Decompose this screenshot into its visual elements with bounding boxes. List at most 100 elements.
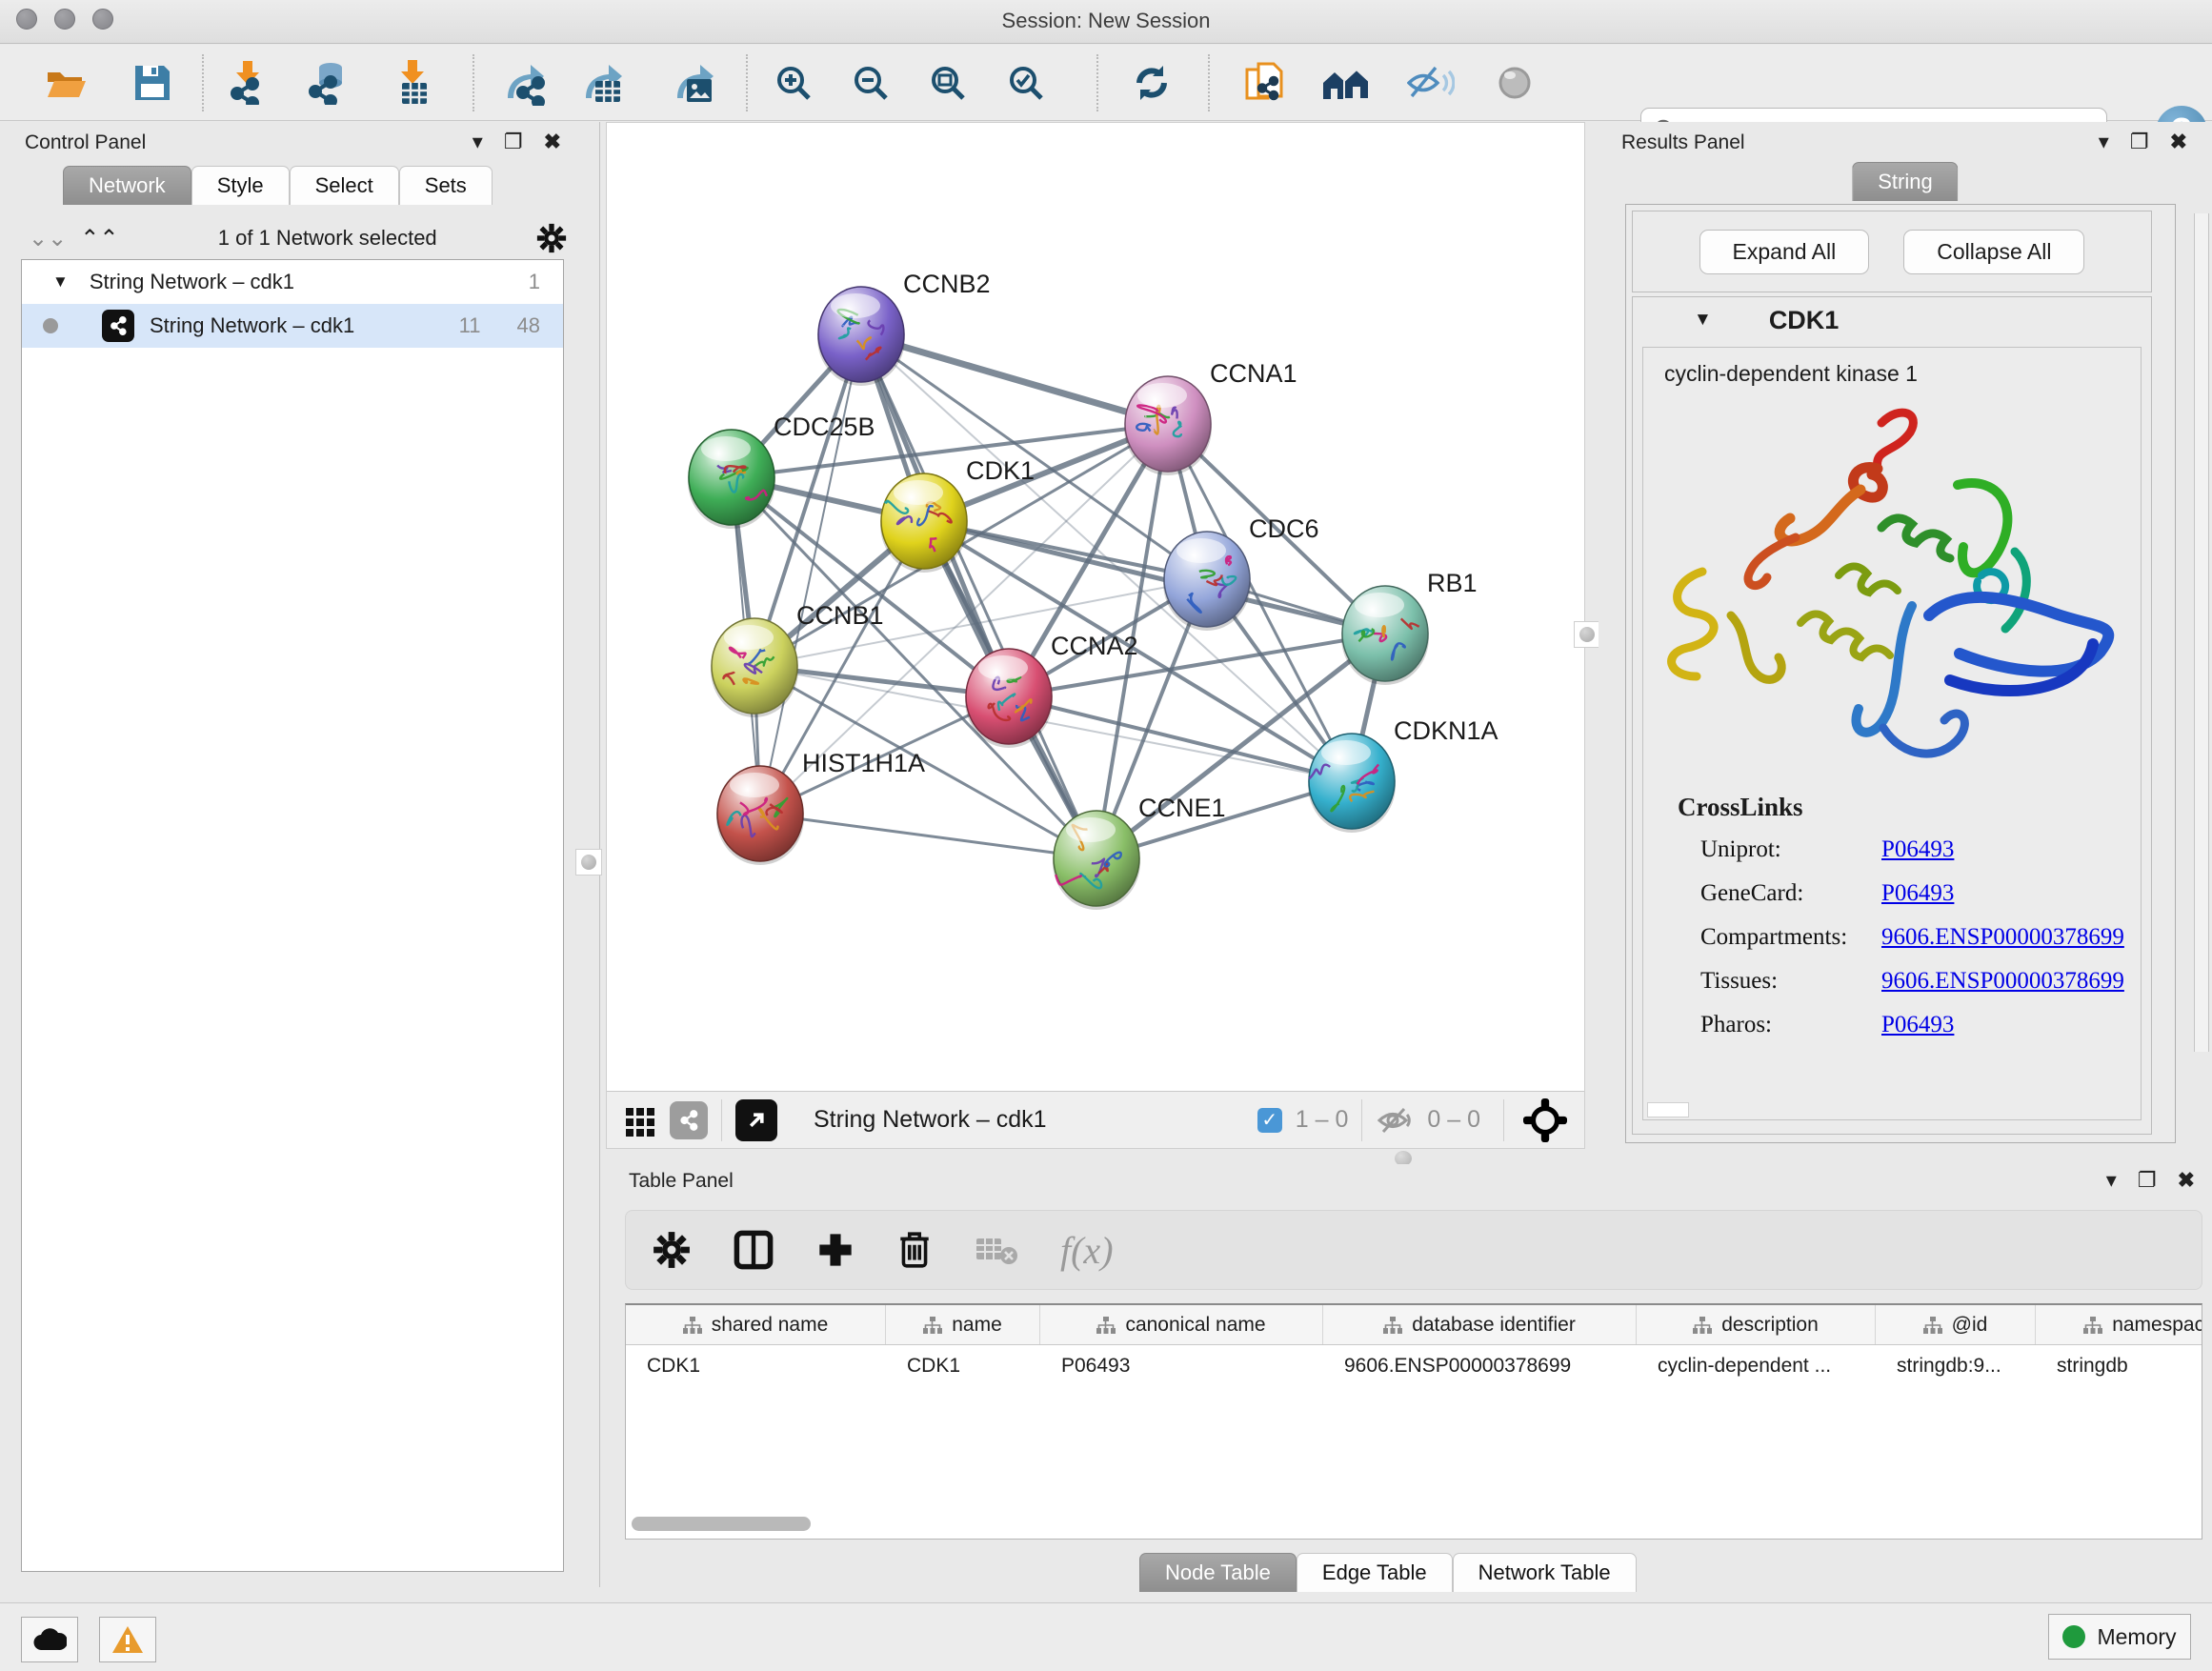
delete-column-trash-icon[interactable] [896,1230,933,1270]
expand-all-icon[interactable]: ⌃⌃ [80,225,118,252]
float-panel-icon[interactable]: ❐ [504,131,523,152]
tab-sets[interactable]: Sets [399,166,493,205]
expand-all-button[interactable]: Expand All [1699,230,1870,274]
right-splitter-handle[interactable] [1574,621,1600,648]
hidden-eye-slash-icon[interactable] [1376,1105,1414,1136]
tab-network-table[interactable]: Network Table [1453,1553,1637,1592]
clone-network-button[interactable] [1240,58,1290,108]
grid-view-icon[interactable] [624,1104,656,1137]
tab-network[interactable]: Network [63,166,191,205]
panel-menu-icon[interactable]: ▾ [473,131,483,152]
toolbar-separator [202,54,204,111]
show-home-button[interactable] [1321,58,1371,108]
crosslink-link[interactable]: P06493 [1881,880,1954,907]
add-column-plus-icon[interactable] [816,1231,855,1269]
panel-menu-icon[interactable]: ▾ [2099,131,2109,152]
string-network-icon [102,310,134,342]
node-table[interactable]: shared namenamecanonical namedatabase id… [625,1303,2202,1540]
float-panel-icon[interactable]: ❐ [2130,131,2149,152]
export-table-button[interactable] [578,58,628,108]
delete-table-icon[interactable] [975,1235,1018,1265]
edge-count: 48 [517,313,540,338]
network-row[interactable]: String Network – cdk1 11 48 [22,304,563,348]
birdseye-crosshair-icon[interactable] [1523,1098,1567,1142]
collapse-all-button[interactable]: Collapse All [1903,230,2084,274]
open-session-button[interactable] [42,58,91,108]
zoom-out-button[interactable] [846,58,895,108]
node-HIST1H1A[interactable]: HIST1H1A [716,749,925,865]
refresh-button[interactable] [1127,58,1176,108]
import-network-file-button[interactable] [223,58,272,108]
edge-CCNB2-CCNA1[interactable] [861,334,1168,424]
tab-edge-table[interactable]: Edge Table [1297,1553,1453,1592]
column-header-database-identifier[interactable]: database identifier [1323,1305,1637,1344]
table-settings-gear-icon[interactable] [653,1231,691,1269]
edge-CCNB2-HIST1H1A[interactable] [760,334,861,814]
zoom-selected-button[interactable] [1001,58,1051,108]
zoom-fit-icon [929,64,967,102]
column-header-shared-name[interactable]: shared name [626,1305,886,1344]
crosslink-link[interactable]: 9606.ENSP00000378699 [1881,968,2124,995]
node-RB1[interactable]: RB1 [1341,569,1478,685]
node-CCNB2[interactable]: CCNB2 [817,270,991,386]
share-view-icon[interactable] [670,1101,708,1139]
node-CDKN1A[interactable]: CDKN1A [1308,716,1498,833]
node-CCNB1[interactable]: CCNB1 [711,601,884,717]
selected-checkbox-icon[interactable]: ✓ [1257,1108,1282,1133]
tab-style[interactable]: Style [191,166,290,205]
import-table-file-button[interactable] [388,58,437,108]
cloud-status-button[interactable] [21,1617,78,1662]
tab-string[interactable]: String [1852,162,1958,201]
table-row[interactable]: CDK1CDK1P064939606.ENSP00000378699cyclin… [626,1345,2202,1387]
export-network-button[interactable] [500,58,550,108]
close-panel-icon[interactable]: ✖ [544,131,561,152]
close-panel-icon[interactable]: ✖ [2178,1170,2195,1191]
column-header-@id[interactable]: @id [1876,1305,2036,1344]
network-collection-row[interactable]: ▼ String Network – cdk1 1 [22,260,563,304]
clone-network-icon [1244,60,1286,106]
zoom-in-button[interactable] [769,58,818,108]
node-CCNA1[interactable]: CCNA1 [1124,359,1297,475]
close-panel-icon[interactable]: ✖ [2170,131,2187,152]
results-scrollbar[interactable] [2194,213,2209,1052]
zoom-fit-button[interactable] [923,58,973,108]
tab-select[interactable]: Select [290,166,399,205]
memory-button[interactable]: Memory [2048,1614,2191,1660]
column-header-canonical-name[interactable]: canonical name [1040,1305,1323,1344]
left-splitter-handle[interactable] [575,849,602,876]
collection-count: 1 [529,270,540,294]
crosslink-link[interactable]: P06493 [1881,836,1954,863]
network-options-gear-icon[interactable] [536,223,567,253]
column-header-description[interactable]: description [1637,1305,1876,1344]
float-panel-icon[interactable]: ❐ [2138,1170,2157,1191]
panel-menu-icon[interactable]: ▾ [2106,1170,2117,1191]
show-columns-icon[interactable] [733,1229,774,1271]
table-cell: stringdb:9... [1876,1355,2036,1378]
entry-expander-icon[interactable]: ▼ [1694,310,1712,331]
edge-CCNB2-CCNE1[interactable] [861,334,1096,858]
export-image-button[interactable] [670,58,719,108]
function-builder-icon[interactable]: f(x) [1060,1228,1114,1273]
column-header-name[interactable]: name [886,1305,1040,1344]
expander-icon[interactable]: ▼ [52,272,69,292]
edge-HIST1H1A-CCNE1[interactable] [760,814,1096,858]
node-label-CDC25B: CDC25B [774,413,875,441]
crosslink-link[interactable]: 9606.ENSP00000378699 [1881,924,2124,951]
save-session-button[interactable] [128,58,177,108]
collapse-all-icon[interactable]: ⌄⌄ [29,225,67,252]
network-view-panel: CCNB2CCNA1CDC25BCDK1CDC6RB1CCNB1CCNA2CDK… [606,122,1585,1149]
column-header-namespace[interactable]: namespace [2036,1305,2202,1344]
node-CCNE1[interactable]: CCNE1 [1053,794,1226,910]
crosslinks-title: CrossLinks [1643,775,2141,828]
import-network-database-button[interactable] [304,58,353,108]
show-all-button[interactable] [1490,58,1539,108]
crosslink-link[interactable]: P06493 [1881,1012,1954,1038]
hide-selected-button[interactable] [1406,58,1456,108]
titlebar: Session: New Session [0,0,2212,44]
table-horizontal-scrollbar[interactable] [632,1517,811,1531]
detach-view-icon[interactable] [735,1099,777,1141]
network-canvas[interactable]: CCNB2CCNA1CDC25BCDK1CDC6RB1CCNB1CCNA2CDK… [607,123,1584,1089]
tab-node-table[interactable]: Node Table [1139,1553,1297,1592]
warnings-button[interactable] [99,1617,156,1662]
view-indicator-icon [43,318,58,333]
